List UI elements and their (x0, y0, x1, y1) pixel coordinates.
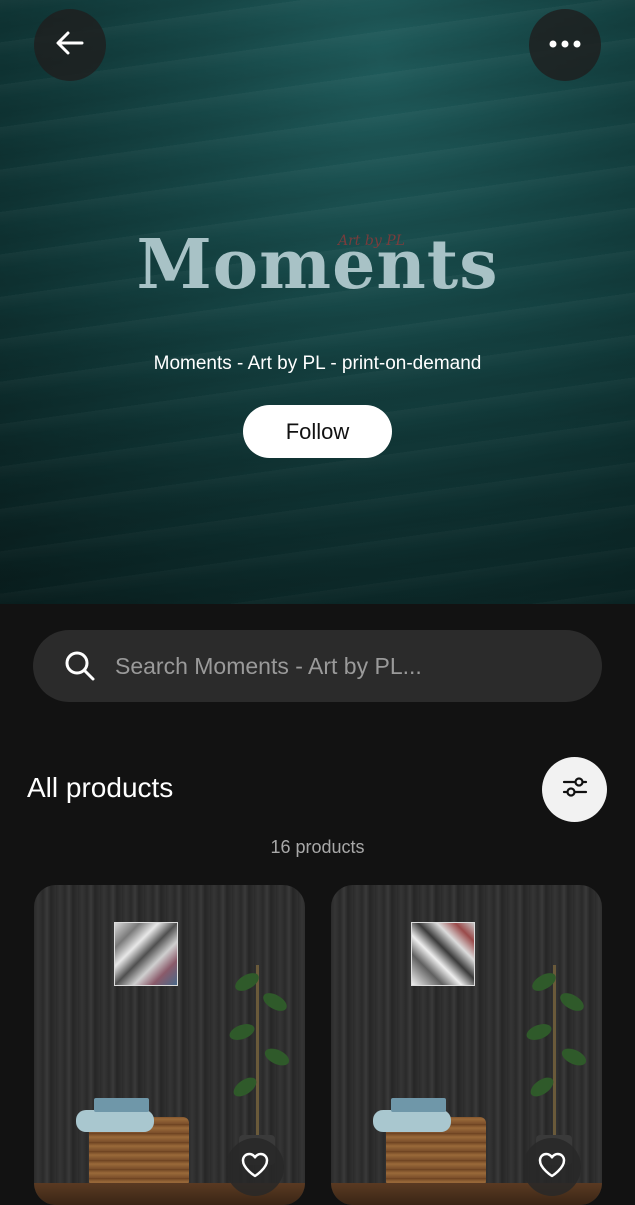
more-horizontal-icon (548, 36, 582, 54)
arrow-left-icon (54, 27, 86, 64)
books-decoration (94, 1098, 149, 1112)
shop-tagline: Moments - Art by PL - print-on-demand (153, 353, 482, 374)
shop-logo: Moments Art by PL (0, 215, 635, 315)
heart-outline-icon (240, 1151, 270, 1184)
shop-logo-text: Moments (136, 225, 499, 305)
heart-outline-icon (537, 1151, 567, 1184)
back-button[interactable] (34, 9, 106, 81)
product-image (114, 922, 178, 986)
favorite-button[interactable] (226, 1138, 284, 1196)
filter-button[interactable] (542, 757, 607, 822)
sliders-icon (561, 774, 589, 805)
product-image (411, 922, 475, 986)
plant-leaf (524, 1020, 554, 1044)
blanket-decoration (76, 1110, 154, 1132)
more-options-button[interactable] (529, 9, 601, 81)
product-count: 16 products (270, 837, 365, 857)
plant-leaf (557, 989, 587, 1015)
search-input[interactable]: Search Moments - Art by PL... (115, 653, 422, 680)
plant-leaf (227, 1020, 257, 1044)
shop-logo-subtext: Art by PL (338, 233, 405, 249)
plant-leaf (559, 1045, 589, 1069)
plant-leaf (260, 989, 290, 1015)
plant-decoration (256, 965, 259, 1140)
shop-hero-banner: Moments Art by PL Moments - Art by PL - … (0, 0, 635, 604)
books-decoration (391, 1098, 446, 1112)
plant-leaf (262, 1045, 292, 1069)
plant-decoration (553, 965, 556, 1140)
section-title: All products (27, 772, 174, 803)
blanket-decoration (373, 1110, 451, 1132)
favorite-button[interactable] (523, 1138, 581, 1196)
search-icon (63, 649, 97, 683)
search-bar[interactable]: Search Moments - Art by PL... (33, 630, 602, 702)
follow-button[interactable]: Follow (243, 405, 392, 458)
